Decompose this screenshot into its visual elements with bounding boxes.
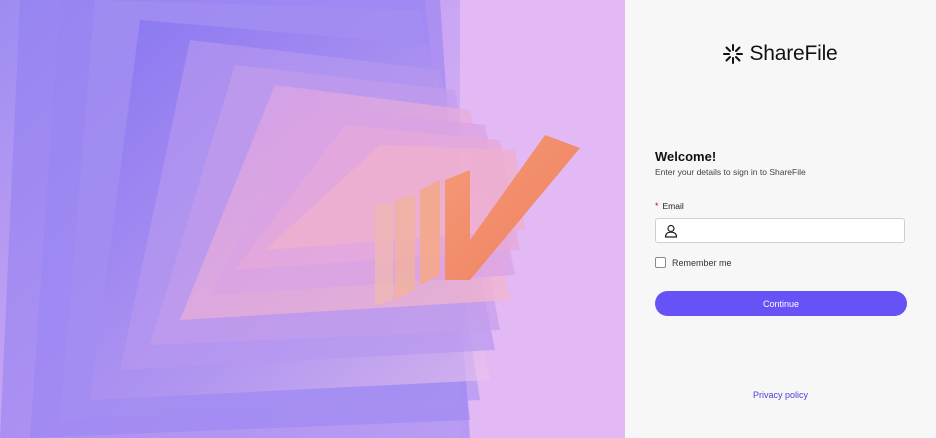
email-field[interactable] [655, 218, 905, 243]
login-page: ShareFile Welcome! Enter your details to… [0, 0, 936, 438]
remember-me-checkbox[interactable] [655, 257, 666, 268]
email-input[interactable] [686, 222, 898, 239]
email-label-text: Email [662, 201, 684, 211]
welcome-heading: Welcome! [655, 149, 717, 164]
privacy-policy-link[interactable]: Privacy policy [625, 390, 936, 400]
user-icon [664, 224, 678, 238]
sharefile-starburst-icon [723, 44, 744, 64]
brand-name: ShareFile [749, 42, 838, 65]
abstract-layered-panels-image [0, 0, 625, 438]
remember-me[interactable]: Remember me [655, 257, 732, 268]
remember-me-label[interactable]: Remember me [672, 258, 732, 268]
required-marker: * [655, 201, 659, 211]
login-panel: ShareFile Welcome! Enter your details to… [625, 0, 936, 438]
continue-button[interactable]: Continue [655, 291, 907, 316]
email-label: * Email [655, 201, 684, 211]
brand-logo: ShareFile [625, 42, 936, 66]
hero-artwork [0, 0, 625, 438]
welcome-subtitle: Enter your details to sign in to ShareFi… [655, 167, 806, 177]
